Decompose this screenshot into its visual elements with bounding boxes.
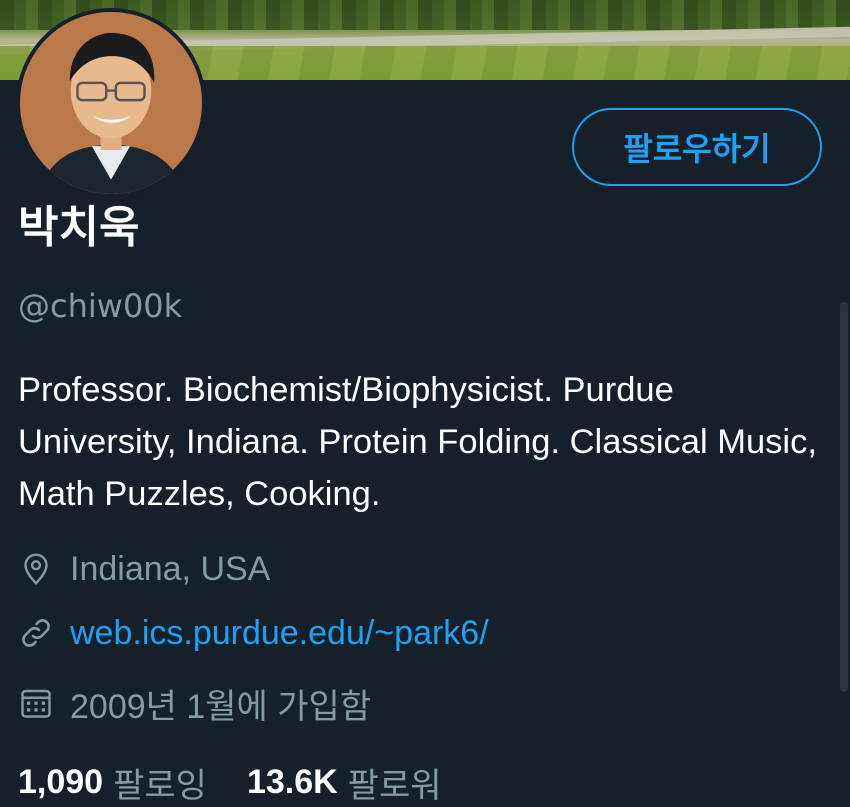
website-link[interactable]: web.ics.purdue.edu/~park6/	[70, 614, 489, 653]
website-row[interactable]: web.ics.purdue.edu/~park6/	[18, 613, 489, 653]
location-pin-icon	[18, 551, 54, 587]
profile-handle: @chiw00k	[18, 287, 183, 325]
profile-bio: Professor. Biochemist/Biophysicist. Purd…	[18, 371, 817, 513]
follow-stats: 1,090 팔로잉 13.6K 팔로워	[18, 758, 482, 807]
avatar-portrait	[20, 12, 202, 194]
scrollbar[interactable]	[840, 302, 848, 692]
following-count[interactable]: 1,090	[18, 763, 103, 802]
profile-name: 박치욱	[18, 202, 140, 253]
location-row: Indiana, USA	[18, 549, 270, 589]
followers-label[interactable]: 팔로워	[348, 758, 442, 807]
link-icon	[18, 615, 54, 651]
avatar[interactable]	[16, 8, 206, 198]
followers-count[interactable]: 13.6K	[247, 763, 338, 802]
location-text: Indiana, USA	[70, 549, 271, 588]
following-label[interactable]: 팔로잉	[113, 758, 207, 807]
joined-row: 2009년 1월에 가입함	[18, 683, 371, 726]
joined-text: 2009년 1월에 가입함	[70, 687, 372, 726]
calendar-icon	[18, 685, 54, 721]
follow-button[interactable]: 팔로우하기	[572, 108, 822, 186]
